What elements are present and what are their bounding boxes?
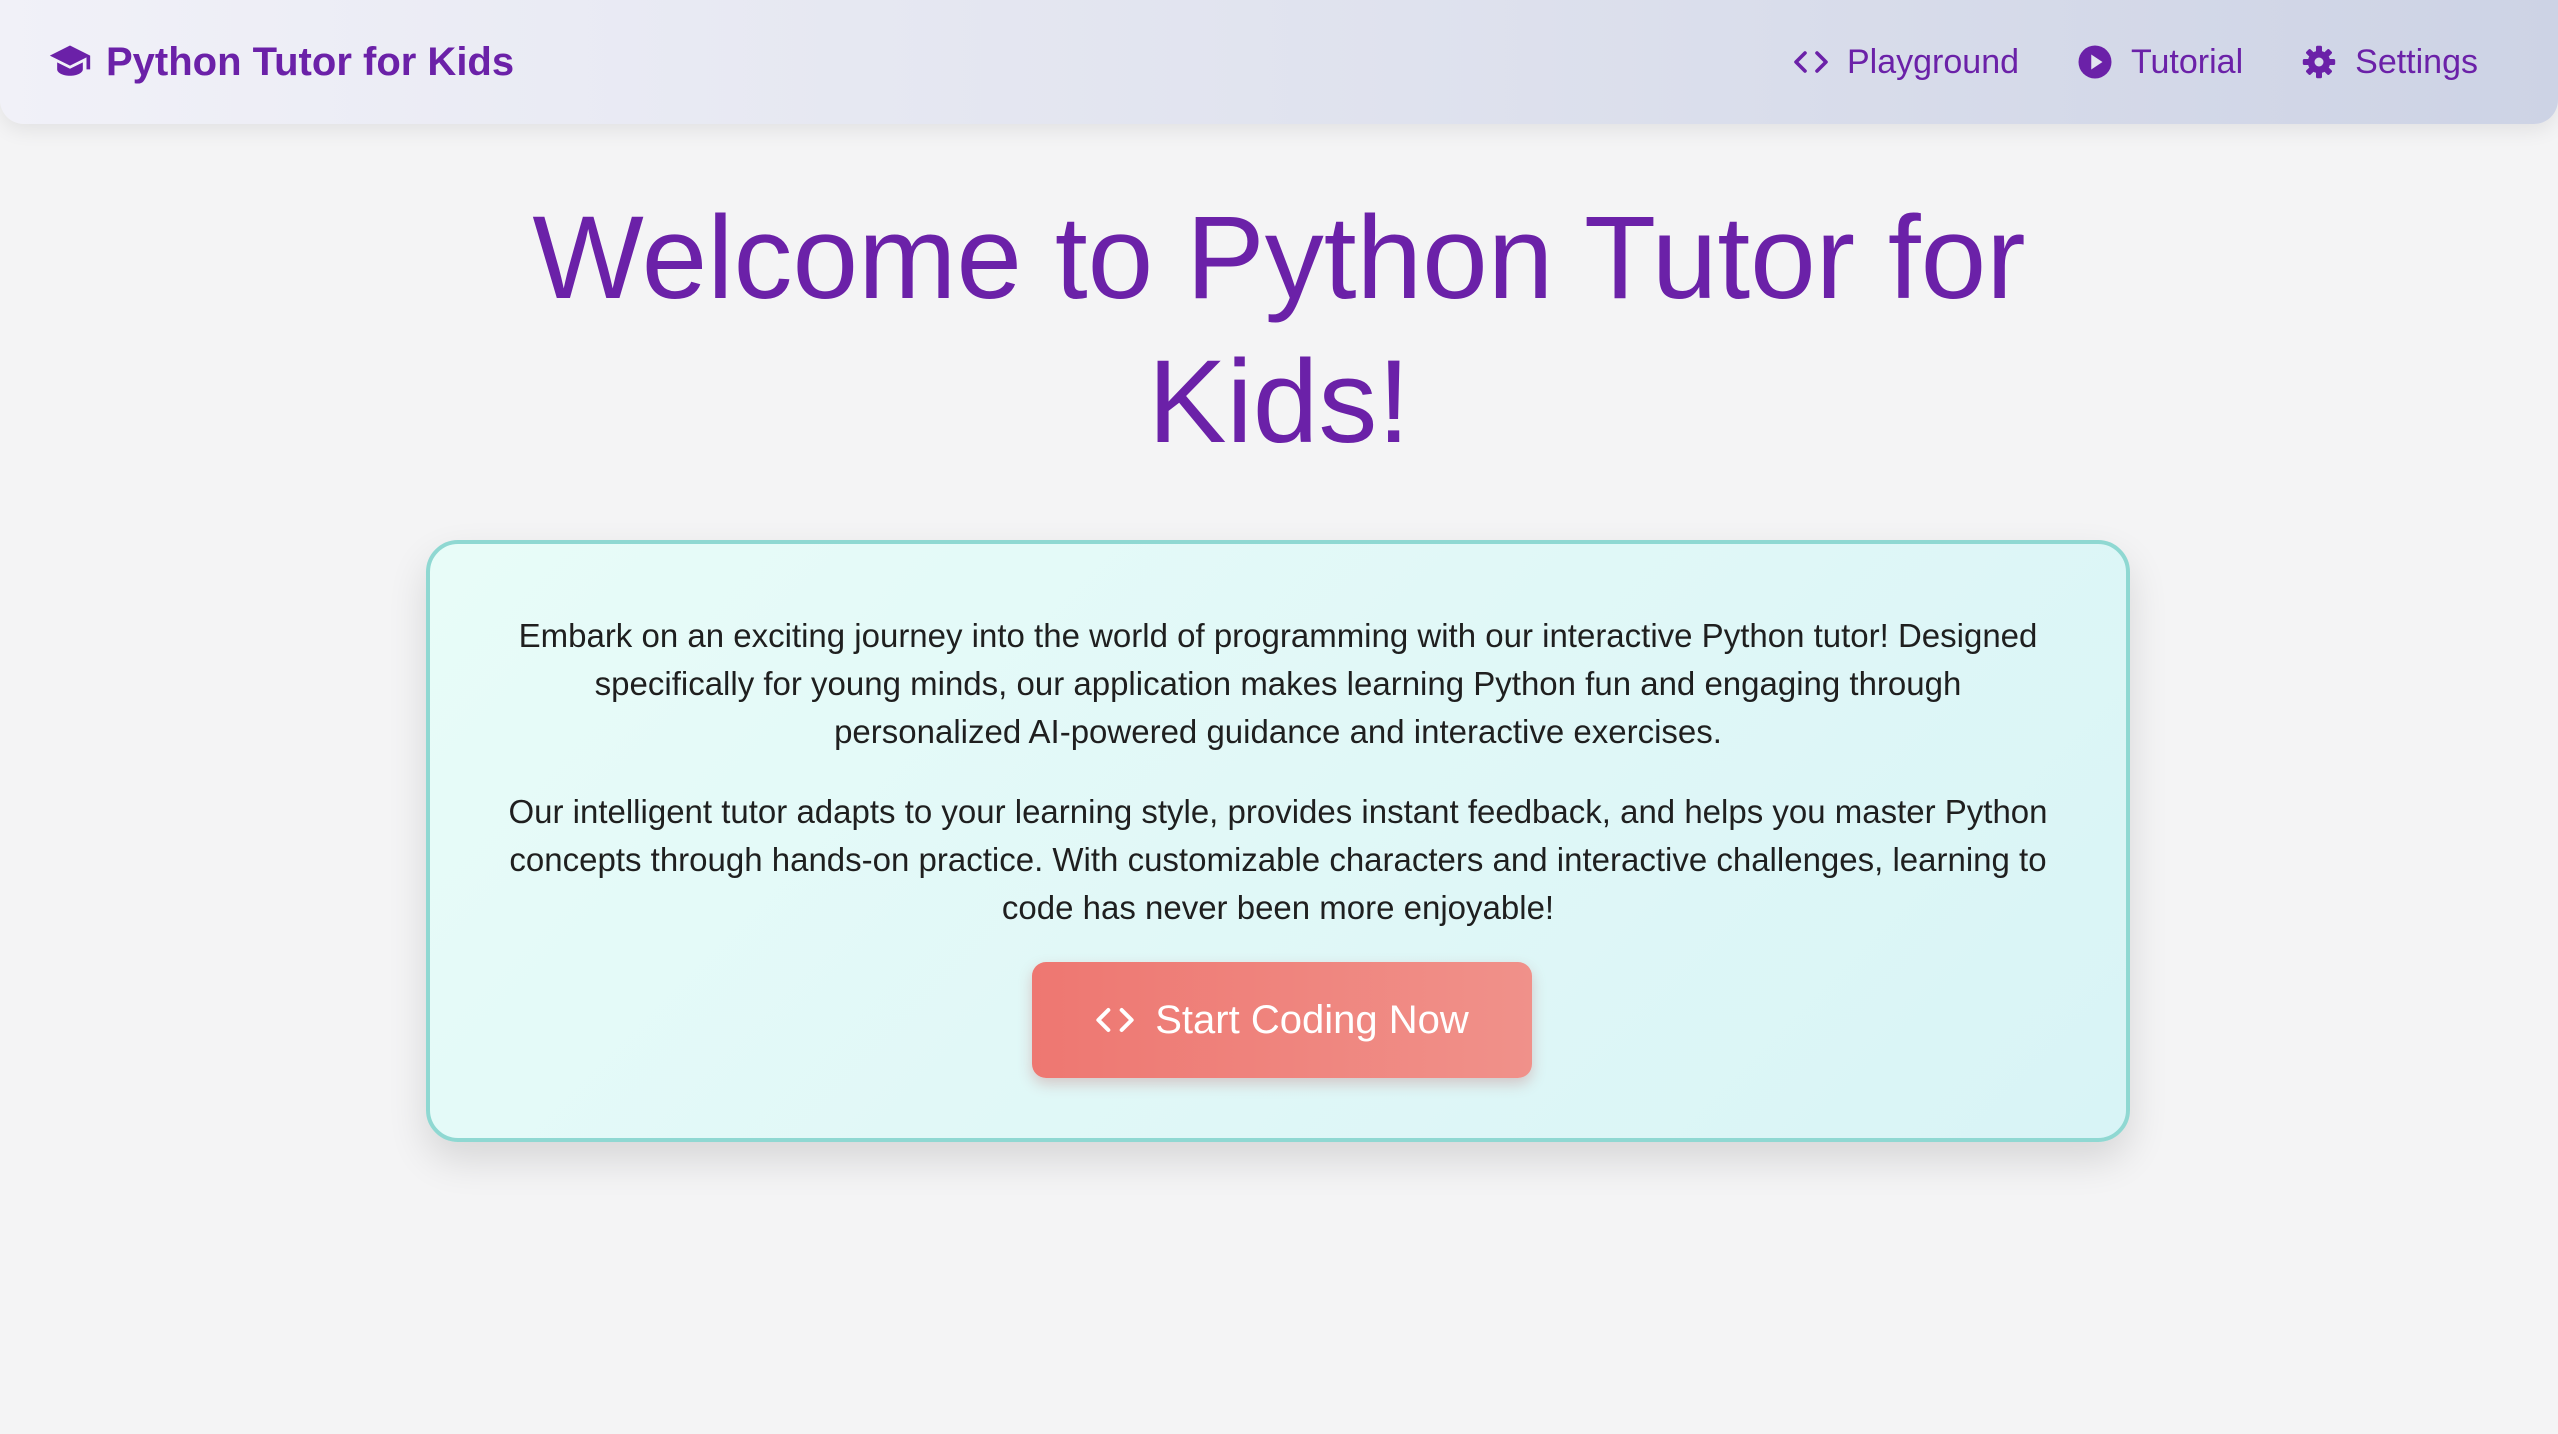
start-coding-label: Start Coding Now bbox=[1155, 997, 1469, 1042]
nav-links: Playground Tutorial Settings bbox=[1793, 43, 2510, 82]
hero-title-line-1: Welcome to Python Tutor for bbox=[532, 192, 2026, 324]
brand-link[interactable]: Python Tutor for Kids bbox=[48, 40, 514, 85]
brand-title: Python Tutor for Kids bbox=[106, 39, 515, 84]
nav-tutorial[interactable]: Tutorial bbox=[2077, 43, 2243, 82]
nav-settings[interactable]: Settings bbox=[2301, 43, 2478, 82]
nav-settings-label: Settings bbox=[2355, 42, 2478, 81]
hero-title-line-2: Kids! bbox=[1147, 336, 1411, 468]
nav-playground[interactable]: Playground bbox=[1793, 43, 2019, 82]
nav-playground-label: Playground bbox=[1847, 42, 2020, 81]
play-circle-icon bbox=[2077, 44, 2113, 80]
intro-paragraph-2: Our intelligent tutor adapts to your lea… bbox=[508, 793, 2048, 926]
code-icon bbox=[1095, 1000, 1135, 1040]
code-icon bbox=[1793, 44, 1829, 80]
intro-card: Embark on an exciting journey into the w… bbox=[426, 540, 2130, 1142]
graduation-cap-icon bbox=[48, 40, 92, 84]
intro-paragraph-1: Embark on an exciting journey into the w… bbox=[518, 617, 2038, 750]
hero-title: Welcome to Python Tutor for Kids! bbox=[0, 186, 2558, 474]
gear-icon bbox=[2301, 44, 2337, 80]
nav-tutorial-label: Tutorial bbox=[2131, 42, 2244, 81]
start-coding-button[interactable]: Start Coding Now bbox=[1032, 962, 1532, 1078]
top-navbar: Python Tutor for Kids Playground Tutoria… bbox=[0, 0, 2558, 124]
